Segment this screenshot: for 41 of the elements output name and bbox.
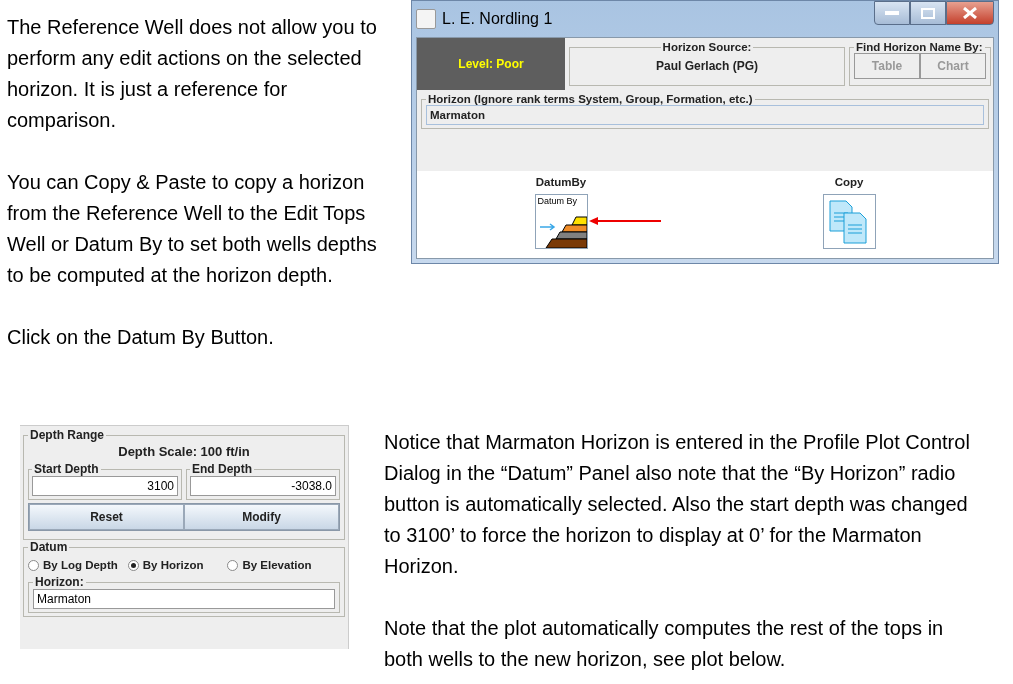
radio-button[interactable] <box>127 559 139 571</box>
radio-label[interactable]: By Log Depth <box>43 559 118 571</box>
minimize-icon <box>885 11 899 15</box>
action-label: Copy <box>834 176 864 188</box>
minimize-button[interactable] <box>874 1 910 25</box>
close-button[interactable] <box>946 1 994 25</box>
maximize-button[interactable] <box>910 1 946 25</box>
datum-by-button[interactable]: Datum By <box>534 194 588 249</box>
group-label: Datum <box>29 540 69 554</box>
depth-field[interactable]: 3100 <box>32 476 178 496</box>
note-paragraph: Notice that Marmaton Horizon is entered in the Profile Plot Control Dialog in the “Datum” Panel also note that the “By Horizon” radio button is automatically selected. Also the start depth was changed to 3100’ to force the horizon to display at 0’ for the Marmaton Horizon. <box>384 430 971 579</box>
close-icon <box>963 7 977 19</box>
radio-button[interactable] <box>28 559 39 571</box>
source-value: Paul Gerlach (PG) <box>655 58 759 73</box>
panel-button[interactable]: Reset <box>29 504 184 530</box>
level-indicator: Level: Poor <box>417 38 565 90</box>
instruction-paragraph: Click on the Datum By Button. <box>7 325 275 350</box>
depth-scale-label: Depth Scale: 100 ft/in <box>117 443 251 461</box>
horizon-field[interactable]: Marmaton <box>33 589 335 609</box>
group-label: Find Horizon Name By: <box>855 41 984 53</box>
radio-button[interactable] <box>227 559 239 571</box>
window-title: L. E. Nordling 1 <box>442 10 554 28</box>
radio-label[interactable]: By Elevation <box>242 559 312 571</box>
maximize-icon <box>921 7 935 19</box>
instruction-paragraph: The Reference Well does not allow you to perform any edit actions on the selected horizon. It is just a reference for comparison. <box>7 15 378 133</box>
horizon-field[interactable]: Marmaton <box>426 105 984 125</box>
group-label: Horizon Source: <box>661 41 753 53</box>
app-icon <box>416 9 436 29</box>
group-label: Horizon (Ignore rank terms System, Group, Formation, etc.) <box>427 93 754 105</box>
group-label: Horizon: <box>34 575 85 589</box>
radio-label[interactable]: By Horizon <box>142 559 204 571</box>
group-label: End Depth <box>191 462 253 476</box>
action-label: DatumBy <box>535 176 587 188</box>
note-paragraph: Note that the plot automatically computes the rest of the tops in both wells to the new horizon, see plot below. <box>384 616 945 672</box>
pointer-arrow <box>589 216 661 226</box>
panel-button[interactable]: Modify <box>184 504 339 530</box>
group-label: Depth Range <box>29 428 105 442</box>
depth-field[interactable]: -3038.0 <box>190 476 336 496</box>
instruction-paragraph: You can Copy & Paste to copy a horizon from the Reference Well to the Edit Tops Well or Datum By to set both wells depths to be computed at the horizon depth. <box>7 170 378 288</box>
group-label: Start Depth <box>33 462 100 476</box>
copy-button[interactable] <box>822 194 876 249</box>
